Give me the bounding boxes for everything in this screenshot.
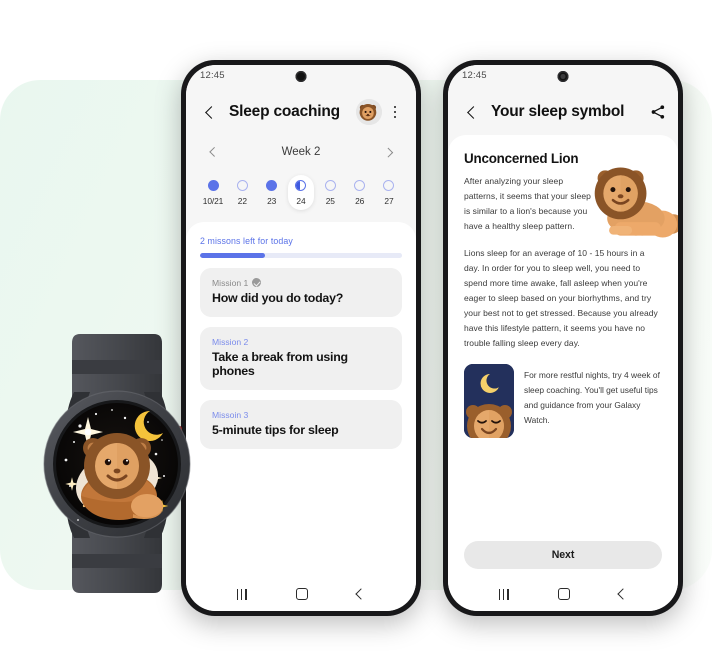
recents-icon[interactable] [498, 588, 509, 600]
progress-segment [268, 253, 334, 258]
day-label: 10/21 [202, 196, 224, 206]
article-paragraph-1: After analyzing your sleep patterns, it … [464, 176, 591, 232]
app-bar: Sleep coaching [186, 89, 416, 135]
status-time: 12:45 [200, 70, 225, 81]
article-paragraph-2: Lions sleep for an average of 10 - 15 ho… [464, 247, 658, 349]
status-bar: 12:45 [448, 65, 678, 89]
progress-label: 2 missons left for today [200, 236, 293, 246]
sleep-dot-icon [354, 180, 366, 191]
recents-icon[interactable] [236, 588, 247, 600]
day-label: 24 [296, 196, 306, 206]
article-body: Unconcerned Lion After analyzing your sl… [448, 135, 678, 541]
home-icon[interactable] [557, 588, 570, 600]
day-label: 22 [237, 196, 247, 206]
day-chip-10-21[interactable]: 10/21 [200, 175, 226, 210]
missions-list: Mission 1 How did you do today? Mission 2 T… [200, 267, 402, 449]
system-nav-bar [448, 577, 678, 611]
mission-kicker-row: Mission 1 [212, 278, 390, 288]
progress-segment [200, 253, 266, 258]
check-circle-icon [252, 278, 262, 287]
tip-card[interactable]: For more restful nights, try 4 week of s… [464, 364, 662, 439]
lion-avatar-icon[interactable] [356, 99, 382, 125]
phone-sleep-symbol: 12:45 Your sleep symbol Unconcerned Lion… [443, 60, 683, 616]
next-button[interactable]: Next [464, 541, 662, 569]
next-button-wrap: Next [448, 541, 678, 577]
lion-illustration-icon [586, 157, 678, 249]
mission-title: Take a break from using phones [212, 349, 348, 378]
status-bar: 12:45 [186, 65, 416, 89]
phone-sleep-coaching: 12:45 Sleep coaching Week 2 10/21 22 23 … [181, 60, 421, 616]
mission-card[interactable]: Mission 1 How did you do today? [200, 267, 402, 317]
day-chip-24[interactable]: 24 [287, 175, 314, 210]
home-icon[interactable] [295, 588, 308, 600]
phone-left-screen: 12:45 Sleep coaching Week 2 10/21 22 23 … [186, 65, 416, 611]
sleep-dot-icon [295, 180, 307, 191]
mission-kicker: Missoin 3 [212, 409, 249, 420]
punch-hole-camera-icon [295, 71, 307, 82]
lion-night-sky-watchface [56, 403, 178, 525]
sleep-dot-icon [324, 180, 336, 191]
day-chip-27[interactable]: 27 [376, 175, 402, 210]
tip-card-text: For more restful nights, try 4 week of s… [524, 370, 660, 426]
share-icon[interactable] [650, 104, 666, 120]
sleep-dot-icon [266, 180, 278, 191]
progress-segment [336, 253, 402, 258]
progress-bar [200, 253, 402, 258]
mission-kicker-row: Mission 2 [212, 337, 390, 347]
day-label: 23 [267, 196, 277, 206]
punch-hole-camera-icon [557, 71, 569, 82]
sleep-dot-icon [207, 180, 219, 191]
app-bar: Your sleep symbol [448, 89, 678, 135]
next-week-button[interactable] [378, 141, 400, 163]
day-label: 26 [355, 196, 365, 206]
sleep-dot-icon [236, 180, 248, 191]
mission-kicker: Mission 2 [212, 336, 249, 347]
system-nav-bar [186, 577, 416, 611]
mission-card[interactable]: Missoin 3 5-minute tips for sleep [200, 399, 402, 449]
day-strip: 10/21 22 23 24 25 26 27 [186, 169, 416, 222]
mission-kicker-row: Missoin 3 [212, 410, 390, 420]
week-label: Week 2 [281, 146, 321, 158]
prev-week-button[interactable] [202, 141, 224, 163]
status-time: 12:45 [462, 70, 487, 81]
mission-kicker: Mission 1 [212, 277, 249, 288]
mission-title: How did you do today? [212, 290, 344, 305]
day-chip-26[interactable]: 26 [347, 175, 373, 210]
scene: 12:45 Sleep coaching Week 2 10/21 22 23 … [0, 0, 720, 670]
sleeping-lion-night-icon [464, 364, 514, 439]
sleep-dot-icon [383, 180, 395, 191]
mission-title: 5-minute tips for sleep [212, 422, 339, 437]
mission-card[interactable]: Mission 2 Take a break from using phones [200, 326, 402, 390]
missions-sheet: 2 missons left for today Mission 1 How di… [186, 222, 416, 577]
galaxy-watch [22, 330, 212, 598]
day-label: 25 [325, 196, 335, 206]
kebab-menu-icon[interactable] [386, 101, 404, 123]
week-selector: Week 2 [186, 135, 416, 169]
phone-right-screen: 12:45 Your sleep symbol Unconcerned Lion… [448, 65, 678, 611]
page-title: Sleep coaching [229, 103, 340, 120]
day-chip-23[interactable]: 23 [259, 175, 285, 210]
day-label: 27 [384, 196, 394, 206]
day-chip-25[interactable]: 25 [317, 175, 343, 210]
back-icon[interactable] [617, 588, 629, 600]
back-button[interactable] [460, 100, 484, 124]
day-chip-22[interactable]: 22 [229, 175, 255, 210]
back-icon[interactable] [355, 588, 367, 600]
back-button[interactable] [198, 100, 222, 124]
page-title: Your sleep symbol [491, 103, 625, 120]
